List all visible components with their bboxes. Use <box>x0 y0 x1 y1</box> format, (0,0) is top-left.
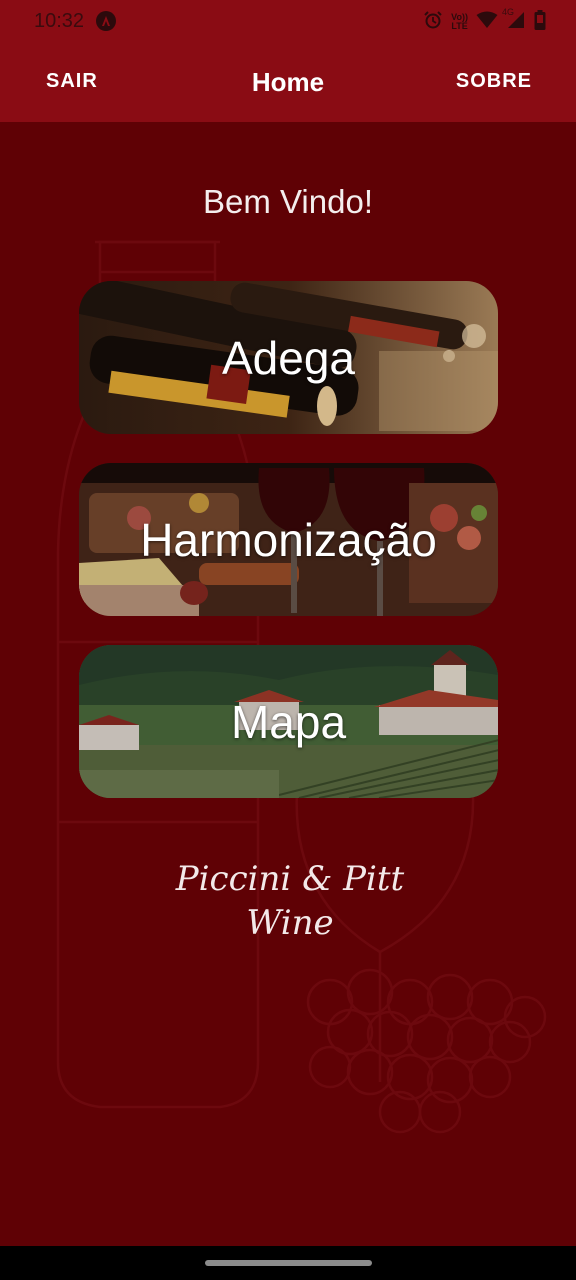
home-gesture-pill[interactable] <box>205 1260 372 1266</box>
welcome-heading: Bem Vindo! <box>203 183 373 220</box>
system-navigation-bar <box>0 1246 576 1280</box>
home-screen: 10:32 Vo)) LTE 4G SAIR Home SOBRE Bem Vi… <box>0 0 576 1280</box>
logo-line-2: Wine <box>246 903 333 943</box>
adega-card[interactable]: Adega <box>79 281 498 434</box>
harmonizacao-card-label: Harmonização <box>140 513 437 566</box>
volte-bottom-text: LTE <box>451 21 468 31</box>
network-type: 4G <box>502 6 515 17</box>
mapa-card[interactable]: Mapa <box>79 645 498 798</box>
alarm-icon <box>423 10 443 35</box>
mapa-card-label: Mapa <box>230 695 347 748</box>
piccini-pitt-wine-logo: Piccini & Pitt Wine <box>175 859 405 943</box>
status-time: 10:32 <box>34 10 85 32</box>
signal-icon: 4G <box>502 7 526 35</box>
adega-card-label: Adega <box>221 331 355 384</box>
volte-icon: Vo)) LTE <box>451 13 468 31</box>
app-bar: SAIR Home SOBRE <box>0 44 576 122</box>
wifi-icon <box>476 11 498 34</box>
app-notification-icon <box>96 11 116 31</box>
battery-icon <box>534 9 546 35</box>
sobre-button[interactable]: SOBRE <box>456 70 532 93</box>
logo-line-1: Piccini & Pitt <box>175 859 405 899</box>
harmonizacao-card[interactable]: Harmonização <box>79 463 498 616</box>
status-icons: Vo)) LTE 4G <box>423 7 546 35</box>
status-bar: 10:32 Vo)) LTE 4G <box>0 0 576 44</box>
